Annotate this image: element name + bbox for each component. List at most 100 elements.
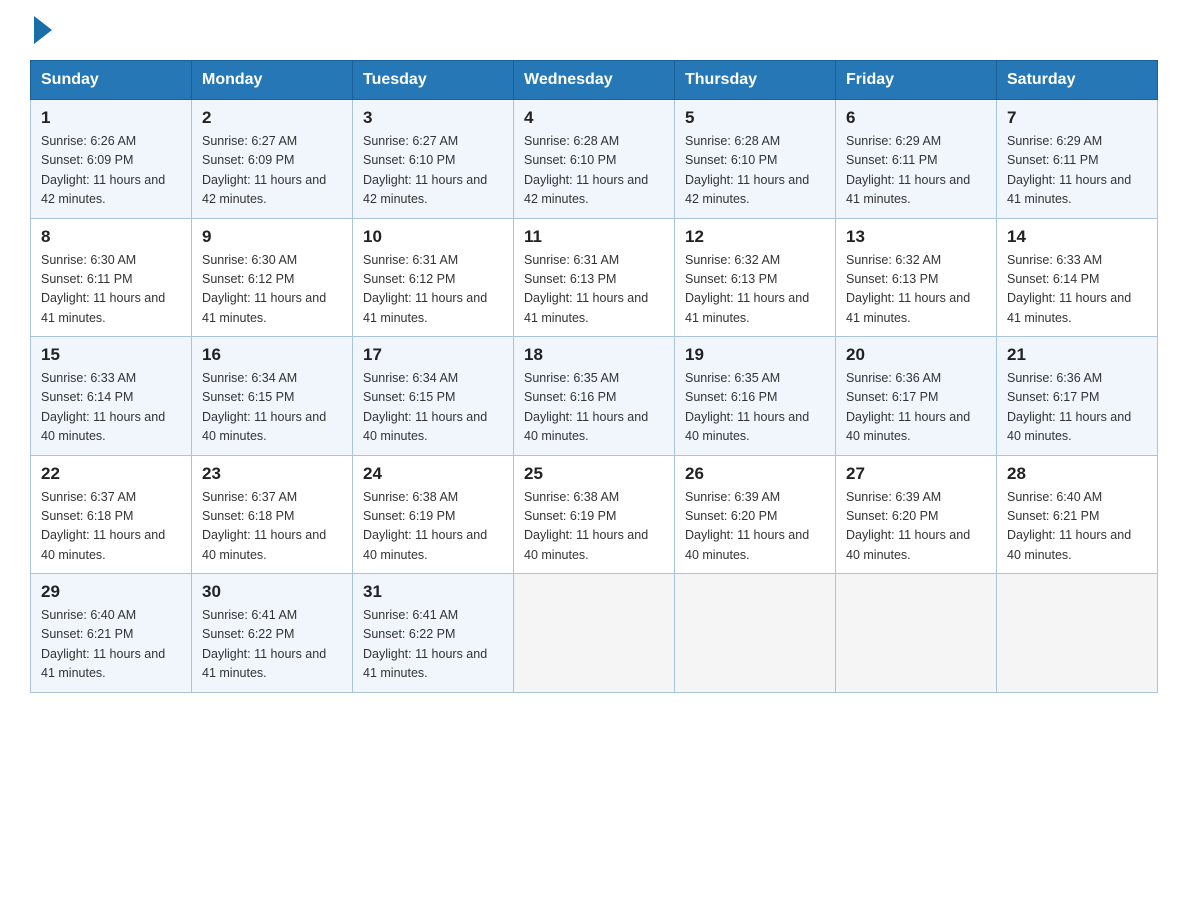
calendar-day-cell: 25Sunrise: 6:38 AMSunset: 6:19 PMDayligh… (514, 455, 675, 574)
calendar-day-cell: 22 Sunrise: 6:37 AMSunset: 6:18 PMDayligh… (31, 455, 192, 574)
day-info: Sunrise: 6:32 AMSunset: 6:13 PMDaylight:… (685, 251, 825, 329)
day-info: Sunrise: 6:41 AMSunset: 6:22 PMDaylight:… (363, 606, 503, 684)
calendar-table: Sunday Monday Tuesday Wednesday Thursday… (30, 60, 1158, 693)
calendar-day-cell: 6Sunrise: 6:29 AMSunset: 6:11 PMDaylight… (836, 100, 997, 219)
day-number: 30 (202, 582, 342, 602)
day-info: Sunrise: 6:35 AMSunset: 6:16 PMDaylight:… (524, 369, 664, 447)
calendar-day-cell: 18 Sunrise: 6:35 AMSunset: 6:16 PMDayligh… (514, 337, 675, 456)
day-info: Sunrise: 6:34 AMSunset: 6:15 PMDaylight:… (363, 369, 503, 447)
calendar-day-cell: 23 Sunrise: 6:37 AMSunset: 6:18 PMDayligh… (192, 455, 353, 574)
calendar-day-cell: 8 Sunrise: 6:30 AMSunset: 6:11 PMDaylight… (31, 218, 192, 337)
day-number: 26 (685, 464, 825, 484)
calendar-day-cell (836, 574, 997, 693)
col-thursday: Thursday (675, 61, 836, 100)
day-info: Sunrise: 6:40 AMSunset: 6:21 PMDaylight:… (1007, 488, 1147, 566)
day-number: 16 (202, 345, 342, 365)
calendar-day-cell: 11Sunrise: 6:31 AMSunset: 6:13 PMDayligh… (514, 218, 675, 337)
day-number: 27 (846, 464, 986, 484)
day-number: 12 (685, 227, 825, 247)
day-number: 2 (202, 108, 342, 128)
col-sunday: Sunday (31, 61, 192, 100)
day-info: Sunrise: 6:28 AMSunset: 6:10 PMDaylight:… (524, 132, 664, 210)
header-row: Sunday Monday Tuesday Wednesday Thursday… (31, 61, 1158, 100)
calendar-week-row: 1Sunrise: 6:26 AMSunset: 6:09 PMDaylight… (31, 100, 1158, 219)
day-number: 5 (685, 108, 825, 128)
calendar-day-cell: 19 Sunrise: 6:35 AMSunset: 6:16 PMDayligh… (675, 337, 836, 456)
calendar-day-cell: 21Sunrise: 6:36 AMSunset: 6:17 PMDayligh… (997, 337, 1158, 456)
day-number: 4 (524, 108, 664, 128)
calendar-day-cell: 16Sunrise: 6:34 AMSunset: 6:15 PMDayligh… (192, 337, 353, 456)
calendar-body: 1Sunrise: 6:26 AMSunset: 6:09 PMDaylight… (31, 100, 1158, 693)
logo (30, 20, 52, 40)
calendar-day-cell: 4 Sunrise: 6:28 AMSunset: 6:10 PMDaylight… (514, 100, 675, 219)
calendar-week-row: 29 Sunrise: 6:40 AMSunset: 6:21 PMDayligh… (31, 574, 1158, 693)
calendar-day-cell (514, 574, 675, 693)
day-info: Sunrise: 6:27 AMSunset: 6:10 PMDaylight:… (363, 132, 503, 210)
calendar-week-row: 22 Sunrise: 6:37 AMSunset: 6:18 PMDayligh… (31, 455, 1158, 574)
day-number: 22 (41, 464, 181, 484)
calendar-day-cell: 13 Sunrise: 6:32 AMSunset: 6:13 PMDayligh… (836, 218, 997, 337)
day-number: 25 (524, 464, 664, 484)
day-info: Sunrise: 6:41 AMSunset: 6:22 PMDaylight:… (202, 606, 342, 684)
day-number: 17 (363, 345, 503, 365)
calendar-day-cell: 24Sunrise: 6:38 AMSunset: 6:19 PMDayligh… (353, 455, 514, 574)
day-info: Sunrise: 6:36 AMSunset: 6:17 PMDaylight:… (846, 369, 986, 447)
day-info: Sunrise: 6:30 AMSunset: 6:11 PMDaylight:… (41, 251, 181, 329)
day-info: Sunrise: 6:38 AMSunset: 6:19 PMDaylight:… (363, 488, 503, 566)
day-info: Sunrise: 6:28 AMSunset: 6:10 PMDaylight:… (685, 132, 825, 210)
day-number: 9 (202, 227, 342, 247)
calendar-day-cell: 20 Sunrise: 6:36 AMSunset: 6:17 PMDayligh… (836, 337, 997, 456)
day-info: Sunrise: 6:40 AMSunset: 6:21 PMDaylight:… (41, 606, 181, 684)
day-info: Sunrise: 6:31 AMSunset: 6:13 PMDaylight:… (524, 251, 664, 329)
day-number: 23 (202, 464, 342, 484)
day-number: 3 (363, 108, 503, 128)
calendar-day-cell: 14 Sunrise: 6:33 AMSunset: 6:14 PMDayligh… (997, 218, 1158, 337)
calendar-day-cell: 15Sunrise: 6:33 AMSunset: 6:14 PMDayligh… (31, 337, 192, 456)
logo-arrow-icon (34, 16, 52, 44)
day-number: 15 (41, 345, 181, 365)
calendar-day-cell: 5 Sunrise: 6:28 AMSunset: 6:10 PMDaylight… (675, 100, 836, 219)
col-monday: Monday (192, 61, 353, 100)
day-number: 19 (685, 345, 825, 365)
day-info: Sunrise: 6:39 AMSunset: 6:20 PMDaylight:… (846, 488, 986, 566)
day-info: Sunrise: 6:32 AMSunset: 6:13 PMDaylight:… (846, 251, 986, 329)
day-info: Sunrise: 6:26 AMSunset: 6:09 PMDaylight:… (41, 132, 181, 210)
calendar-day-cell: 27 Sunrise: 6:39 AMSunset: 6:20 PMDayligh… (836, 455, 997, 574)
calendar-day-cell: 30 Sunrise: 6:41 AMSunset: 6:22 PMDayligh… (192, 574, 353, 693)
page-header (30, 20, 1158, 40)
calendar-day-cell: 28 Sunrise: 6:40 AMSunset: 6:21 PMDayligh… (997, 455, 1158, 574)
day-number: 7 (1007, 108, 1147, 128)
calendar-day-cell: 1Sunrise: 6:26 AMSunset: 6:09 PMDaylight… (31, 100, 192, 219)
calendar-day-cell: 10Sunrise: 6:31 AMSunset: 6:12 PMDayligh… (353, 218, 514, 337)
calendar-day-cell (675, 574, 836, 693)
calendar-day-cell: 29 Sunrise: 6:40 AMSunset: 6:21 PMDayligh… (31, 574, 192, 693)
day-info: Sunrise: 6:31 AMSunset: 6:12 PMDaylight:… (363, 251, 503, 329)
day-info: Sunrise: 6:33 AMSunset: 6:14 PMDaylight:… (1007, 251, 1147, 329)
day-number: 28 (1007, 464, 1147, 484)
day-info: Sunrise: 6:39 AMSunset: 6:20 PMDaylight:… (685, 488, 825, 566)
day-info: Sunrise: 6:30 AMSunset: 6:12 PMDaylight:… (202, 251, 342, 329)
day-info: Sunrise: 6:37 AMSunset: 6:18 PMDaylight:… (41, 488, 181, 566)
col-friday: Friday (836, 61, 997, 100)
day-info: Sunrise: 6:35 AMSunset: 6:16 PMDaylight:… (685, 369, 825, 447)
calendar-day-cell (997, 574, 1158, 693)
calendar-day-cell: 31Sunrise: 6:41 AMSunset: 6:22 PMDayligh… (353, 574, 514, 693)
day-number: 13 (846, 227, 986, 247)
calendar-day-cell: 9 Sunrise: 6:30 AMSunset: 6:12 PMDaylight… (192, 218, 353, 337)
day-number: 20 (846, 345, 986, 365)
col-wednesday: Wednesday (514, 61, 675, 100)
day-info: Sunrise: 6:37 AMSunset: 6:18 PMDaylight:… (202, 488, 342, 566)
day-number: 8 (41, 227, 181, 247)
calendar-day-cell: 7Sunrise: 6:29 AMSunset: 6:11 PMDaylight… (997, 100, 1158, 219)
day-number: 18 (524, 345, 664, 365)
calendar-header: Sunday Monday Tuesday Wednesday Thursday… (31, 61, 1158, 100)
calendar-day-cell: 3 Sunrise: 6:27 AMSunset: 6:10 PMDaylight… (353, 100, 514, 219)
col-tuesday: Tuesday (353, 61, 514, 100)
calendar-day-cell: 12 Sunrise: 6:32 AMSunset: 6:13 PMDayligh… (675, 218, 836, 337)
calendar-day-cell: 26 Sunrise: 6:39 AMSunset: 6:20 PMDayligh… (675, 455, 836, 574)
calendar-day-cell: 17 Sunrise: 6:34 AMSunset: 6:15 PMDayligh… (353, 337, 514, 456)
day-number: 29 (41, 582, 181, 602)
day-number: 14 (1007, 227, 1147, 247)
calendar-day-cell: 2Sunrise: 6:27 AMSunset: 6:09 PMDaylight… (192, 100, 353, 219)
day-info: Sunrise: 6:36 AMSunset: 6:17 PMDaylight:… (1007, 369, 1147, 447)
